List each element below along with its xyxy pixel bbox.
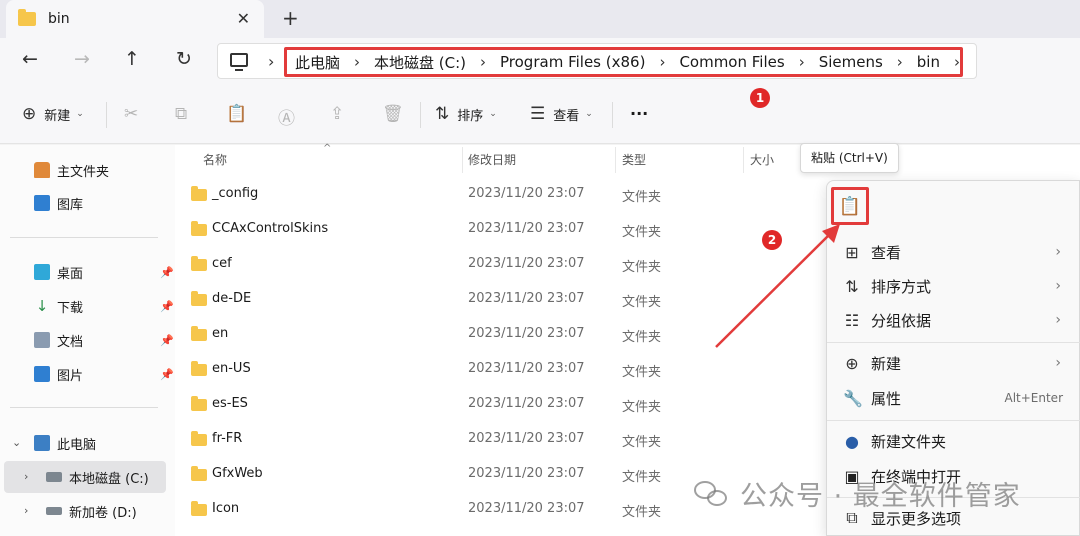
- wechat-icon: [694, 479, 730, 509]
- annotation-arrow-line: [715, 233, 831, 348]
- watermark: 公众号 · 最全软件管家: [694, 474, 1021, 513]
- watermark-text: 公众号 · 最全软件管家: [740, 481, 1021, 512]
- annotation-arrow: [715, 224, 840, 348]
